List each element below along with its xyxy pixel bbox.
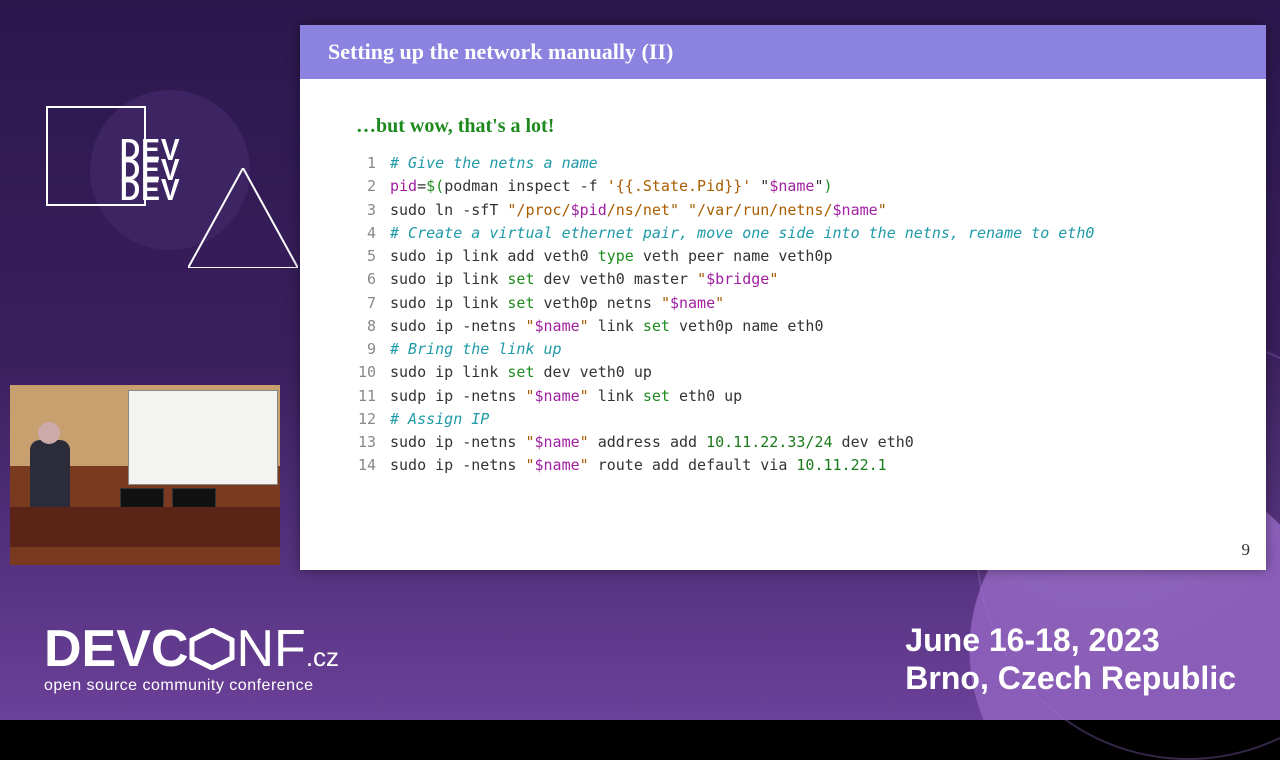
code-line: 13sudo ip -netns "$name" address add 10.…	[356, 431, 1216, 454]
code-content: sudo ip -netns "$name" link set veth0p n…	[390, 315, 824, 338]
event-location: Brno, Czech Republic	[905, 659, 1236, 697]
devconf-logo: DEV DEV DEV	[40, 100, 270, 300]
line-number: 4	[356, 222, 390, 245]
code-line: 8sudo ip -netns "$name" link set veth0p …	[356, 315, 1216, 338]
code-content: # Give the netns a name	[390, 152, 598, 175]
brand-thin: NF	[236, 620, 305, 678]
code-line: 7sudo ip link set veth0p netns "$name"	[356, 292, 1216, 315]
code-content: # Bring the link up	[390, 338, 562, 361]
logo-text: DEV DEV DEV	[120, 140, 181, 200]
line-number: 10	[356, 361, 390, 384]
code-content: # Assign IP	[390, 408, 489, 431]
brand-bold: DEVC	[44, 620, 188, 678]
line-number: 5	[356, 245, 390, 268]
line-number: 1	[356, 152, 390, 175]
code-content: sudo ip link set veth0p netns "$name"	[390, 292, 724, 315]
slide-subheading: …but wow, that's a lot!	[356, 115, 1216, 138]
code-content: sudo ip link set dev veth0 master "$brid…	[390, 268, 778, 291]
code-line: 4# Create a virtual ethernet pair, move …	[356, 222, 1216, 245]
code-line: 3sudo ln -sfT "/proc/$pid/ns/net" "/var/…	[356, 199, 1216, 222]
slide-title: Setting up the network manually (II)	[300, 25, 1266, 79]
code-block: 1# Give the netns a name2pid=$(podman in…	[356, 152, 1216, 478]
code-content: sudo ip -netns "$name" route add default…	[390, 454, 887, 477]
code-line: 5sudo ip link add veth0 type veth peer n…	[356, 245, 1216, 268]
code-content: # Create a virtual ethernet pair, move o…	[390, 222, 1094, 245]
hexagon-o-icon	[188, 628, 236, 670]
code-line: 1# Give the netns a name	[356, 152, 1216, 175]
code-line: 11sudp ip -netns "$name" link set eth0 u…	[356, 385, 1216, 408]
speaker-video-thumbnail	[10, 385, 280, 565]
footer: DEVC NF.cz open source community conferen…	[0, 598, 1280, 720]
line-number: 12	[356, 408, 390, 431]
presentation-slide: Setting up the network manually (II) …bu…	[300, 25, 1266, 570]
line-number: 14	[356, 454, 390, 477]
brand-suffix: .cz	[306, 642, 339, 672]
line-number: 9	[356, 338, 390, 361]
line-number: 11	[356, 385, 390, 408]
code-content: sudp ip -netns "$name" link set eth0 up	[390, 385, 742, 408]
code-line: 12# Assign IP	[356, 408, 1216, 431]
code-line: 6sudo ip link set dev veth0 master "$bri…	[356, 268, 1216, 291]
line-number: 2	[356, 175, 390, 198]
code-line: 2pid=$(podman inspect -f '{{.State.Pid}}…	[356, 175, 1216, 198]
code-content: sudo ip link set dev veth0 up	[390, 361, 652, 384]
event-info: June 16-18, 2023 Brno, Czech Republic	[905, 621, 1236, 698]
event-date: June 16-18, 2023	[905, 621, 1236, 659]
brand: DEVC NF.cz open source community conferen…	[44, 623, 339, 695]
line-number: 3	[356, 199, 390, 222]
code-line: 14sudo ip -netns "$name" route add defau…	[356, 454, 1216, 477]
line-number: 8	[356, 315, 390, 338]
brand-tagline: open source community conference	[44, 677, 339, 695]
line-number: 7	[356, 292, 390, 315]
code-line: 10sudo ip link set dev veth0 up	[356, 361, 1216, 384]
code-content: sudo ip -netns "$name" address add 10.11…	[390, 431, 914, 454]
line-number: 6	[356, 268, 390, 291]
code-content: pid=$(podman inspect -f '{{.State.Pid}}'…	[390, 175, 833, 198]
code-content: sudo ip link add veth0 type veth peer na…	[390, 245, 833, 268]
code-line: 9# Bring the link up	[356, 338, 1216, 361]
line-number: 13	[356, 431, 390, 454]
code-content: sudo ln -sfT "/proc/$pid/ns/net" "/var/r…	[390, 199, 887, 222]
slide-page-number: 9	[1242, 540, 1251, 560]
